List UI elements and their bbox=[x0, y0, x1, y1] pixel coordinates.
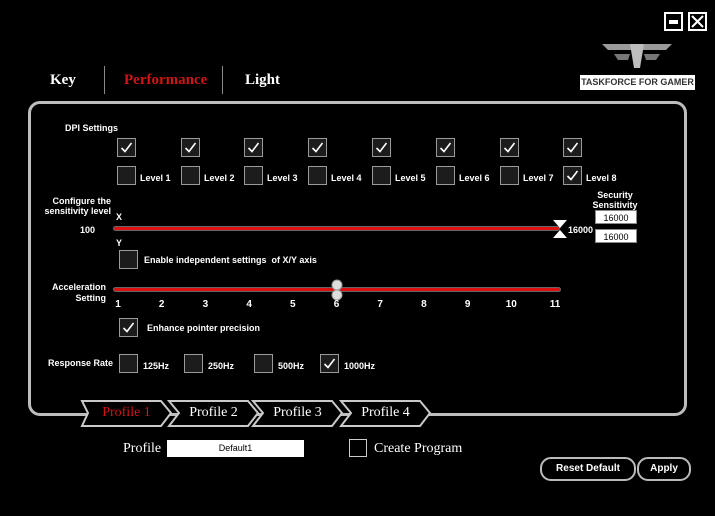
tab-divider bbox=[222, 66, 223, 94]
dpi-level-enable-checkbox[interactable] bbox=[308, 138, 327, 157]
dpi-level-label: Level 8 bbox=[586, 173, 617, 183]
sensitivity-min-label: 100 bbox=[80, 225, 96, 235]
dpi-level-enable-checkbox[interactable] bbox=[436, 138, 455, 157]
dpi-level-select-checkbox[interactable] bbox=[181, 166, 200, 185]
profile-tab-label: Profile 2 bbox=[189, 405, 238, 420]
enhance-precision-label: Enhance pointer precision bbox=[147, 323, 261, 333]
response-rate-checkbox[interactable] bbox=[254, 354, 273, 373]
response-rate-checkbox[interactable] bbox=[320, 354, 339, 373]
dpi-settings-title: DPI Settings bbox=[65, 123, 119, 133]
dpi-level-select-checkbox[interactable] bbox=[500, 166, 519, 185]
response-rate-label: 250Hz bbox=[208, 361, 235, 371]
dpi-level-select-checkbox[interactable] bbox=[117, 166, 136, 185]
checkmark-icon bbox=[566, 170, 579, 181]
profile-tab-label: Profile 4 bbox=[361, 405, 410, 420]
profile-tab[interactable]: Profile 2 bbox=[167, 400, 260, 427]
profile-tab-label: Profile 1 bbox=[102, 405, 151, 420]
dpi-level-select-checkbox[interactable] bbox=[244, 166, 263, 185]
acceleration-tick-label: 1 bbox=[115, 299, 121, 310]
dpi-level-label: Level 5 bbox=[395, 173, 426, 183]
checkmark-icon bbox=[247, 142, 260, 153]
dpi-level-enable-checkbox[interactable] bbox=[181, 138, 200, 157]
sensitivity-x-label: X bbox=[116, 212, 123, 222]
acceleration-tick-label: 3 bbox=[202, 299, 209, 310]
dpi-level-enable-checkbox[interactable] bbox=[117, 138, 136, 157]
acceleration-tick-label: 11 bbox=[549, 299, 561, 310]
checkmark-icon bbox=[566, 142, 579, 153]
response-rate-title: Response Rate bbox=[48, 358, 114, 368]
dpi-level-enable-checkbox[interactable] bbox=[500, 138, 519, 157]
security-sensitivity-title: Security Sensitivity bbox=[592, 190, 638, 210]
checkmark-icon bbox=[120, 142, 133, 153]
checkmark-icon bbox=[184, 142, 197, 153]
response-rate-label: 125Hz bbox=[143, 361, 170, 371]
profile-label: Profile bbox=[123, 441, 162, 456]
dpi-level-label: Level 7 bbox=[523, 173, 554, 183]
sensitivity-slider[interactable] bbox=[113, 226, 560, 231]
brand-name: TASKFORCE FOR GAMER bbox=[580, 75, 695, 90]
acceleration-tick-label: 6 bbox=[333, 299, 340, 310]
tab-performance[interactable]: Performance bbox=[124, 72, 207, 89]
checkmark-icon bbox=[439, 142, 452, 153]
close-icon bbox=[691, 15, 704, 28]
dpi-level-label: Level 2 bbox=[204, 173, 235, 183]
dpi-level-select-checkbox[interactable] bbox=[436, 166, 455, 185]
profile-name-input[interactable]: Default1 bbox=[167, 440, 304, 457]
reset-default-button[interactable]: Reset Default bbox=[540, 457, 636, 481]
acceleration-tick-label: 4 bbox=[246, 299, 252, 310]
tab-divider bbox=[104, 66, 105, 94]
sensitivity-slider-thumb[interactable] bbox=[552, 219, 568, 239]
dpi-level-select-checkbox[interactable] bbox=[308, 166, 327, 185]
profile-tab[interactable]: Profile 3 bbox=[251, 400, 344, 427]
dpi-level-select-checkbox[interactable] bbox=[563, 166, 582, 185]
acceleration-tick-label: 7 bbox=[377, 299, 383, 310]
dpi-level-label: Level 1 bbox=[140, 173, 171, 183]
sensitivity-title: Configure the sensitivity level bbox=[44, 196, 111, 216]
apply-button[interactable]: Apply bbox=[637, 457, 691, 481]
sensitivity-y-label: Y bbox=[116, 238, 123, 248]
acceleration-tick-label: 5 bbox=[290, 299, 296, 310]
dpi-level-enable-checkbox[interactable] bbox=[563, 138, 582, 157]
sensitivity-y-value[interactable]: 16000 bbox=[595, 229, 637, 243]
profile-tab-label: Profile 3 bbox=[273, 405, 322, 420]
checkmark-icon bbox=[122, 322, 135, 333]
brand-logo bbox=[602, 44, 672, 68]
dpi-level-enable-checkbox[interactable] bbox=[372, 138, 391, 157]
dpi-level-select-checkbox[interactable] bbox=[372, 166, 391, 185]
dpi-level-label: Level 4 bbox=[331, 173, 362, 183]
dpi-level-enable-checkbox[interactable] bbox=[244, 138, 263, 157]
enhance-precision-checkbox[interactable] bbox=[119, 318, 138, 337]
dpi-level-label: Level 6 bbox=[459, 173, 490, 183]
profile-tab[interactable]: Profile 4 bbox=[339, 400, 432, 427]
sensitivity-max-label: 16000 bbox=[568, 225, 594, 235]
response-rate-label: 1000Hz bbox=[344, 361, 376, 371]
checkmark-icon bbox=[323, 358, 336, 369]
checkmark-icon bbox=[375, 142, 388, 153]
create-program-label: Create Program bbox=[374, 441, 463, 456]
create-program-checkbox[interactable] bbox=[349, 439, 367, 457]
tab-key[interactable]: Key bbox=[50, 72, 76, 89]
close-button[interactable] bbox=[688, 12, 707, 31]
dpi-level-label: Level 3 bbox=[267, 173, 298, 183]
independent-xy-checkbox[interactable] bbox=[119, 250, 138, 269]
acceleration-tick-label: 9 bbox=[464, 299, 471, 310]
checkmark-icon bbox=[503, 142, 516, 153]
response-rate-label: 500Hz bbox=[278, 361, 305, 371]
tab-light[interactable]: Light bbox=[245, 72, 280, 89]
acceleration-tick-label: 8 bbox=[421, 299, 427, 310]
independent-xy-label: Enable independent settings of X/Y axis bbox=[144, 255, 317, 265]
profile-tab[interactable]: Profile 1 bbox=[80, 400, 173, 427]
response-rate-checkbox[interactable] bbox=[119, 354, 138, 373]
acceleration-tick-label: 2 bbox=[158, 299, 165, 310]
acceleration-slider-thumb[interactable] bbox=[331, 279, 343, 301]
response-rate-checkbox[interactable] bbox=[184, 354, 203, 373]
acceleration-tick-label: 10 bbox=[505, 299, 517, 310]
sensitivity-x-value[interactable]: 16000 bbox=[595, 210, 637, 224]
checkmark-icon bbox=[311, 142, 324, 153]
minimize-button[interactable] bbox=[664, 12, 683, 31]
acceleration-title: Acceleration Setting bbox=[51, 282, 106, 303]
